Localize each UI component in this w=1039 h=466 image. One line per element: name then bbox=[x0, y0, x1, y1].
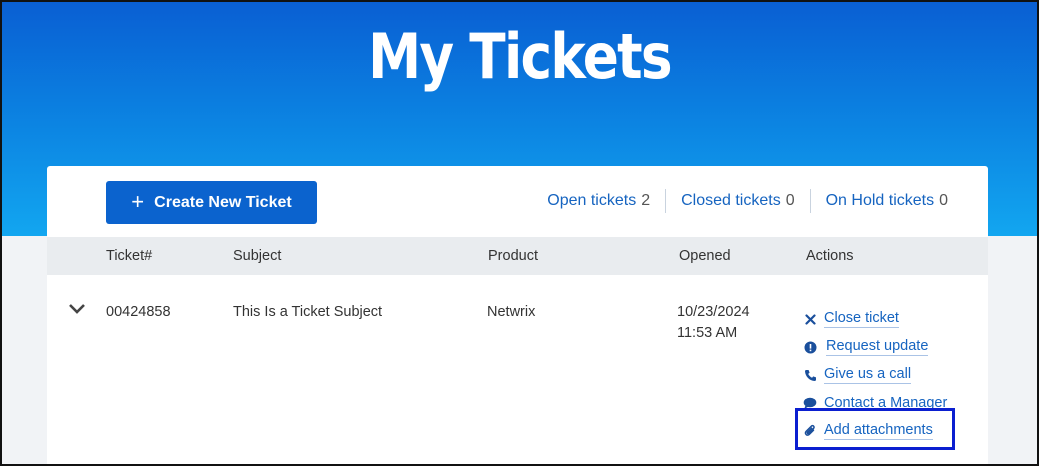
closed-tickets-count: 0 bbox=[785, 192, 795, 209]
page-frame: My Tickets + Create New Ticket Open tick… bbox=[0, 0, 1039, 466]
column-header-product: Product bbox=[488, 248, 538, 264]
give-us-a-call-action[interactable]: Give us a call bbox=[803, 361, 947, 389]
add-attachments-highlight bbox=[795, 408, 955, 450]
open-tickets-link[interactable]: Open tickets 2 bbox=[532, 192, 665, 210]
close-ticket-label: Close ticket bbox=[824, 310, 899, 328]
column-header-opened: Opened bbox=[679, 248, 731, 264]
open-tickets-label: Open tickets bbox=[547, 192, 637, 209]
plus-icon: + bbox=[131, 188, 145, 214]
column-header-subject: Subject bbox=[233, 248, 282, 264]
open-tickets-count: 2 bbox=[641, 192, 651, 209]
on-hold-tickets-label: On Hold tickets bbox=[825, 192, 935, 209]
closed-tickets-link[interactable]: Closed tickets 0 bbox=[666, 192, 810, 210]
create-new-ticket-label: Create New Ticket bbox=[154, 193, 292, 211]
on-hold-tickets-count: 0 bbox=[939, 192, 948, 209]
closed-tickets-label: Closed tickets bbox=[681, 192, 781, 209]
opened-time: 11:53 AM bbox=[677, 325, 738, 341]
give-us-a-call-label: Give us a call bbox=[824, 366, 912, 384]
ticket-subject: This Is a Ticket Subject bbox=[233, 304, 383, 320]
column-header-ticket: Ticket# bbox=[106, 248, 153, 264]
chevron-down-icon[interactable] bbox=[68, 303, 88, 317]
close-ticket-action[interactable]: Close ticket bbox=[803, 305, 947, 333]
alert-icon bbox=[803, 340, 817, 354]
request-update-label: Request update bbox=[826, 338, 929, 356]
ticket-product: Netwrix bbox=[487, 304, 536, 320]
table-header: Ticket# Subject Product Opened Actions bbox=[47, 237, 988, 275]
on-hold-tickets-link[interactable]: On Hold tickets 0 bbox=[811, 192, 948, 210]
ticket-number: 00424858 bbox=[106, 304, 171, 320]
page-title: My Tickets bbox=[368, 20, 673, 93]
opened-date: 10/23/2024 bbox=[677, 304, 750, 320]
request-update-action[interactable]: Request update bbox=[803, 333, 947, 361]
create-new-ticket-button[interactable]: + Create New Ticket bbox=[106, 181, 317, 224]
phone-icon bbox=[803, 368, 817, 382]
column-header-actions: Actions bbox=[806, 248, 854, 264]
ticket-opened: 10/23/2024 11:53 AM bbox=[677, 302, 750, 344]
ticket-counters: Open tickets 2 Closed tickets 0 On Hold … bbox=[532, 188, 948, 214]
close-icon bbox=[803, 312, 817, 326]
